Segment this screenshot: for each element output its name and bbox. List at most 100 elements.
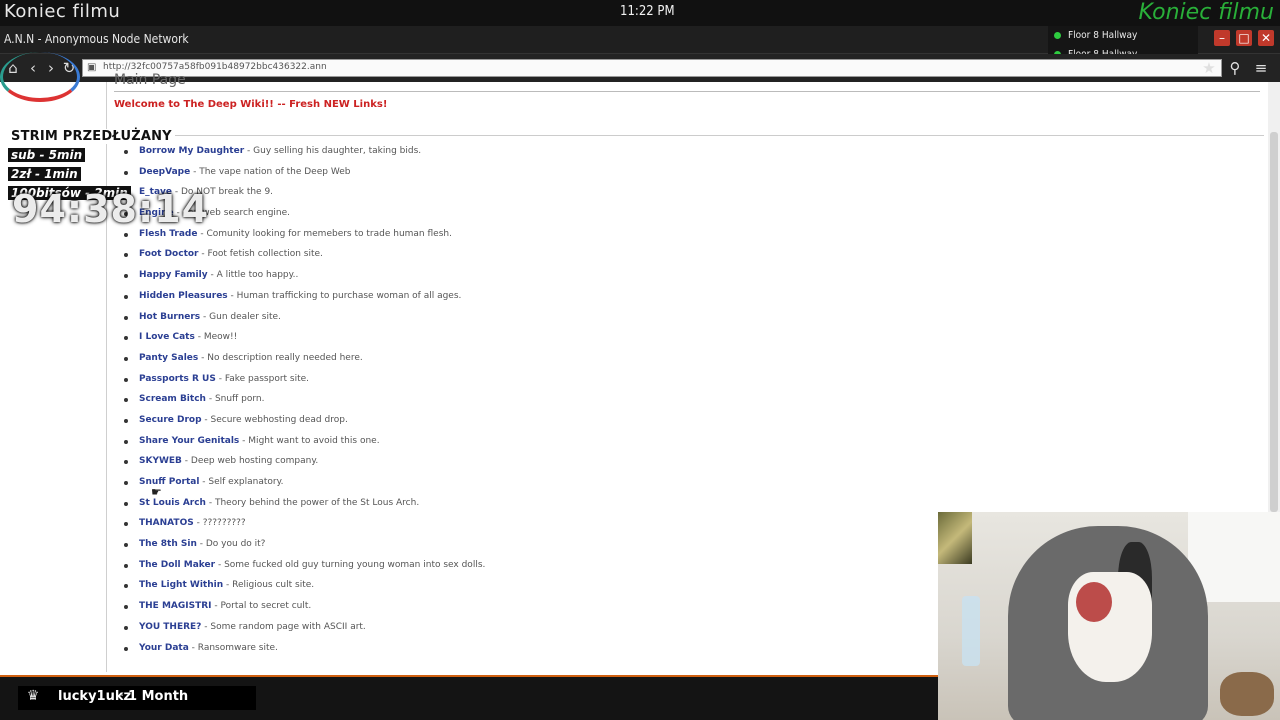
list-item: Foot Doctor - Foot fetish collection sit… (124, 249, 485, 270)
link-separator: - (230, 290, 234, 301)
window-controls: – □ ✕ (1214, 30, 1274, 46)
address-bar[interactable]: ▣ http://32fc00757a58fb091b48972bbc43632… (82, 59, 1222, 77)
site-link[interactable]: Secure Drop (139, 415, 202, 425)
link-separator: - (208, 394, 213, 405)
site-link[interactable]: Hot Burners (139, 312, 200, 322)
floor-row: Floor 8 Hallway (1048, 26, 1198, 45)
bullet-icon (124, 294, 128, 299)
list-item: Secure Drop - Secure webhosting dead dro… (124, 415, 485, 436)
site-link[interactable]: I Love Cats (139, 332, 195, 342)
site-link[interactable]: Hidden Pleasures (139, 291, 228, 301)
maximize-button[interactable]: □ (1236, 30, 1252, 46)
bullet-icon (124, 522, 128, 527)
bullet-icon (124, 460, 128, 465)
link-separator: - (191, 642, 195, 653)
bullet-icon (124, 439, 128, 444)
site-link[interactable]: Share Your Genitals (139, 436, 239, 446)
link-separator: - (196, 518, 200, 529)
bullet-icon (124, 274, 128, 279)
link-description: Theory behind the power of the St Lous A… (214, 497, 420, 508)
crown-icon: ♛ (26, 688, 40, 704)
stream-rule-line: sub - 5min (8, 148, 86, 162)
link-separator: - (214, 601, 218, 612)
screen: Koniec filmu 11:22 PM Koniec filmu A.N.N… (0, 0, 1280, 720)
site-link[interactable]: THE MAGISTRI (139, 601, 212, 611)
page-scrollbar[interactable] (1268, 82, 1280, 512)
os-clock: 11:22 PM (620, 4, 675, 19)
site-link[interactable]: Passports R US (139, 374, 216, 384)
subscription-duration: 1 Month (128, 689, 189, 704)
bullet-icon (124, 646, 128, 651)
site-link[interactable]: SKYWEB (139, 456, 182, 466)
search-icon[interactable]: ⚲ (1226, 59, 1244, 77)
site-link[interactable]: THANATOS (139, 518, 194, 528)
link-description: Gun dealer site. (209, 311, 281, 322)
floor-label: Floor 8 Hallway (1068, 30, 1138, 41)
section-divider (114, 135, 1264, 136)
link-description: Comunity looking for memebers to trade h… (206, 228, 452, 239)
window-title: A.N.N - Anonymous Node Network (4, 32, 189, 46)
link-description: The vape nation of the Deep Web (199, 166, 351, 177)
link-separator: - (201, 249, 205, 260)
link-separator: - (204, 414, 208, 425)
site-link[interactable]: The 8th Sin (139, 539, 197, 549)
stream-brand-watermark: Koniec filmu (1138, 0, 1274, 25)
bullet-icon (124, 253, 128, 258)
subscriber-alert: ♛ lucky1ukz · 1 Month (18, 686, 256, 710)
list-item: Your Data - Ransomware site. (124, 643, 485, 664)
site-link[interactable]: The Doll Maker (139, 560, 215, 570)
star-icon[interactable]: ★ (1200, 59, 1218, 77)
heading-divider (114, 91, 1260, 92)
link-description: Fake passport site. (224, 373, 310, 384)
link-description: Portal to secret cult. (220, 601, 312, 612)
os-top-bar: Koniec filmu 11:22 PM Koniec filmu (0, 0, 1280, 26)
bullet-icon (124, 336, 128, 341)
link-description: No description really needed here. (207, 352, 363, 363)
page-heading: Main Page (114, 72, 186, 88)
webcam-painting (938, 512, 972, 564)
link-description: Snuff porn. (214, 394, 265, 405)
list-item: Happy Family - A little too happy.. (124, 270, 485, 291)
site-link[interactable]: St Louis Arch (139, 498, 206, 508)
bullet-icon (124, 543, 128, 548)
list-item: Flesh Trade - Comunity looking for memeb… (124, 229, 485, 250)
site-link[interactable]: The Light Within (139, 580, 223, 590)
site-link[interactable]: Your Data (139, 643, 189, 653)
site-logo (0, 52, 80, 102)
list-item: The 8th Sin - Do you do it? (124, 539, 485, 560)
webcam-bottle (962, 596, 980, 666)
site-link[interactable]: Foot Doctor (139, 249, 199, 259)
link-description: Deep web hosting company. (190, 456, 319, 467)
webcam-cat (1220, 672, 1274, 716)
url-text[interactable]: http://32fc00757a58fb091b48972bbc436322.… (103, 62, 327, 72)
list-item: SKYWEB - Deep web hosting company. (124, 456, 485, 477)
link-description: Some random page with ASCII art. (210, 621, 366, 632)
bullet-icon (124, 625, 128, 630)
os-left-text: Koniec filmu (4, 1, 121, 22)
site-link[interactable]: Snuff Portal (139, 477, 199, 487)
site-link[interactable]: Scream Bitch (139, 394, 206, 404)
browser-nav-bar: ⌂ ‹ › ↻ ▣ http://32fc00757a58fb091b48972… (0, 54, 1280, 82)
minimize-button[interactable]: – (1214, 30, 1230, 46)
webcam-feed (938, 512, 1280, 720)
scrollbar-thumb[interactable] (1270, 132, 1278, 512)
bullet-icon (124, 501, 128, 506)
site-link[interactable]: Happy Family (139, 270, 208, 280)
bullet-icon (124, 356, 128, 361)
list-item: THE MAGISTRI - Portal to secret cult. (124, 601, 485, 622)
bullet-icon (124, 563, 128, 568)
link-separator: - (184, 456, 189, 467)
link-description: Foot fetish collection site. (207, 249, 323, 260)
link-separator: - (203, 311, 207, 322)
site-info-icon[interactable]: ▣ (87, 62, 99, 74)
list-item: Hot Burners - Gun dealer site. (124, 312, 485, 333)
bullet-icon (124, 481, 128, 485)
bullet-icon (124, 377, 128, 382)
link-description: Do you do it? (205, 539, 266, 550)
bullet-icon (124, 418, 128, 423)
close-button[interactable]: ✕ (1258, 30, 1274, 46)
site-link[interactable]: Panty Sales (139, 353, 198, 363)
bullet-icon (124, 232, 128, 237)
site-link[interactable]: YOU THERE? (139, 622, 201, 632)
menu-icon[interactable]: ≡ (1252, 59, 1270, 77)
